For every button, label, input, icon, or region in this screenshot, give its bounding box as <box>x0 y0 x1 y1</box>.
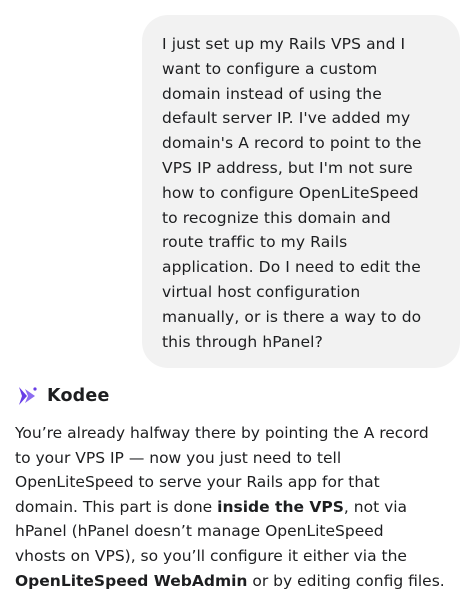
assistant-line: hPanel (hPanel doesn’t manage OpenLiteSp… <box>15 522 384 541</box>
assistant-line: vhosts on VPS), so you’ll configure it e… <box>15 546 407 565</box>
assistant-bold-segment: inside the VPS <box>217 497 344 516</box>
assistant-text-segment: or by editing config files. <box>247 571 445 590</box>
assistant-name: Kodee <box>47 386 110 406</box>
user-message-text: I just set up my Rails VPS and I want to… <box>162 35 422 351</box>
assistant-bold-segment: OpenLiteSpeed WebAdmin <box>15 571 248 590</box>
assistant-line: You’re already halfway there by pointing… <box>15 424 429 442</box>
user-message-bubble: I just set up my Rails VPS and I want to… <box>142 15 460 368</box>
assistant-text-segment: , not via <box>343 497 408 516</box>
assistant-line: OpenLiteSpeed to serve your Rails app fo… <box>15 473 380 492</box>
assistant-message-text: You’re already halfway there by pointing… <box>15 421 461 593</box>
kodee-logo-icon <box>19 387 37 405</box>
assistant-header: Kodee <box>16 382 110 410</box>
assistant-text-segment: domain. This part is done <box>15 497 218 516</box>
assistant-line: OpenLiteSpeed WebAdmin or by editing con… <box>15 569 461 594</box>
assistant-line: domain. This part is done inside the VPS… <box>15 495 461 520</box>
chat-transcript: I just set up my Rails VPS and I want to… <box>0 0 466 603</box>
assistant-line: to your VPS IP — now you just need to te… <box>15 448 342 467</box>
